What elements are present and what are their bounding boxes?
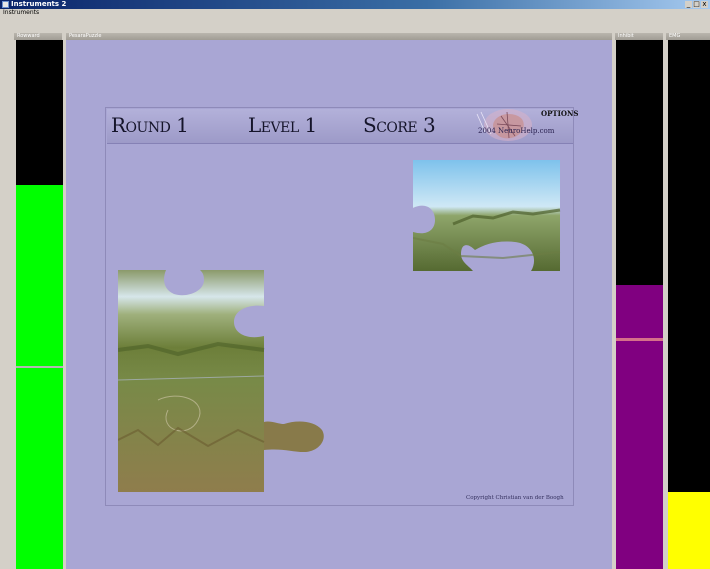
panel-header-right1: Inhibit bbox=[615, 33, 663, 40]
puzzle-piece-landscape-right[interactable] bbox=[413, 160, 561, 272]
inhibit-meter-upper-fill bbox=[616, 285, 663, 338]
panel-header-left: Rowward bbox=[14, 33, 62, 40]
copyright-text: Copyright Christian van der Boogh bbox=[466, 495, 564, 501]
puzzle-piece-savanna-left[interactable] bbox=[118, 270, 324, 494]
app-icon bbox=[2, 1, 9, 8]
left-meter bbox=[16, 40, 63, 569]
logo-text: 2004 NeuroHelp.com bbox=[478, 127, 555, 135]
menubar: Instruments bbox=[0, 9, 710, 17]
score-label: Score 3 bbox=[363, 113, 436, 137]
window-titlebar: Instruments 2 _ □ x bbox=[0, 0, 710, 9]
minimize-icon[interactable]: _ bbox=[685, 1, 692, 8]
emg-meter-fill bbox=[668, 492, 710, 569]
level-label: Level 1 bbox=[248, 113, 317, 137]
left-meter-upper-fill bbox=[16, 185, 63, 366]
menu-item-instruments[interactable]: Instruments bbox=[3, 8, 39, 17]
round-label: Round 1 bbox=[111, 113, 189, 137]
emg-meter bbox=[668, 40, 710, 569]
panel-header-right2: EMG bbox=[666, 33, 710, 40]
left-meter-lower-fill bbox=[16, 368, 63, 569]
maximize-icon[interactable]: □ bbox=[693, 1, 700, 8]
inhibit-meter-lower-fill bbox=[616, 341, 663, 569]
panel-header-center: PesaraPuzzle bbox=[66, 33, 612, 40]
options-button[interactable]: OPTIONS bbox=[541, 110, 578, 118]
inhibit-meter bbox=[616, 40, 663, 569]
close-icon[interactable]: x bbox=[701, 1, 708, 8]
window-controls: _ □ x bbox=[684, 1, 708, 8]
